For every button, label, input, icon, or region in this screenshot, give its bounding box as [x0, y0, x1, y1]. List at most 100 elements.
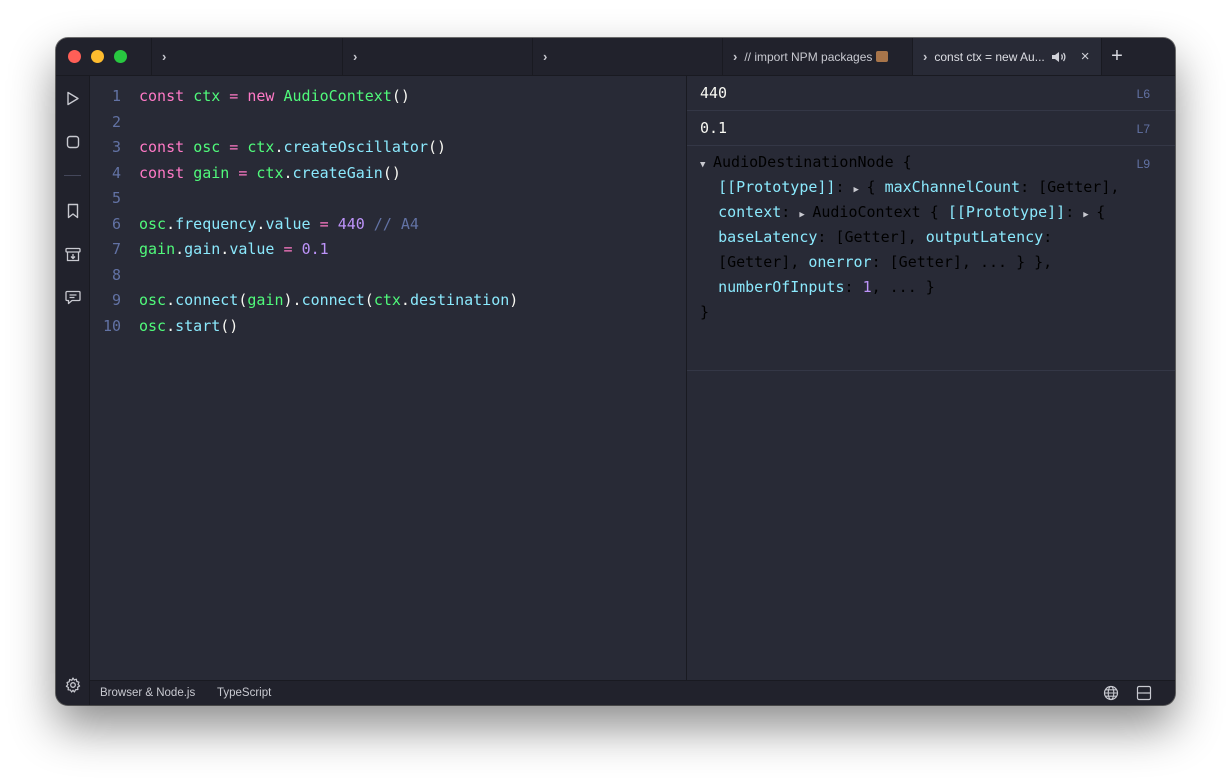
code-token: const [139, 163, 194, 182]
sidebar-divider [64, 175, 81, 176]
object-token [700, 278, 718, 296]
object-inspector[interactable]: ▼ AudioDestinationNode { [[Prototype]]: ▶… [700, 150, 1119, 325]
line-number: 2 [111, 112, 121, 131]
result-row: 0.1 L7 [687, 111, 1175, 146]
code-text: const osc = ctx.createOscillator() [139, 135, 446, 160]
line-number: 7 [111, 240, 121, 258]
maximize-window-button[interactable] [114, 50, 127, 63]
code-token: 440 [337, 214, 365, 233]
code-token: ). [283, 291, 302, 309]
code-token: () [220, 316, 239, 335]
expand-triangle-icon[interactable]: ▶ [1083, 203, 1096, 228]
bookmark-icon[interactable] [64, 202, 81, 219]
code-token: ctx [247, 138, 275, 156]
line-reference[interactable]: L7 [1137, 122, 1150, 136]
object-line: baseLatency: [Getter], outputLatency: [700, 225, 1119, 250]
code-token: frequency [175, 214, 257, 233]
line-number: 3 [111, 138, 121, 156]
close-tab-button[interactable]: × [1081, 48, 1090, 65]
code-token: gain [139, 240, 176, 258]
code-line[interactable]: 6 osc.frequency.value = 440 // A4 [90, 212, 686, 237]
object-line: } [700, 300, 1119, 325]
object-token: 1 [862, 278, 872, 296]
object-token: { [866, 178, 885, 196]
code-token: createOscillator [283, 138, 429, 156]
line-number: 1 [111, 87, 121, 105]
code-text: osc.start() [139, 314, 238, 339]
result-value: 0.1 [700, 119, 728, 137]
code-token: = [220, 138, 248, 156]
code-token: . [166, 316, 176, 335]
code-token: () [382, 163, 401, 182]
object-token: : [1065, 203, 1084, 221]
speaker-icon[interactable] [1051, 50, 1067, 64]
object-token [700, 178, 718, 196]
settings-icon[interactable] [64, 676, 81, 693]
code-token: createGain [292, 163, 383, 182]
code-line[interactable]: 2 [90, 110, 686, 135]
code-token: osc [139, 316, 167, 335]
minimize-window-button[interactable] [91, 50, 104, 63]
output-panel: 440 L6 0.1 L7 ▼ AudioDestinationNode { [[… [687, 76, 1175, 680]
code-token: // A4 [364, 214, 419, 233]
object-token: baseLatency [718, 228, 818, 246]
code-line[interactable]: 4 const gain = ctx.createGain() [90, 161, 686, 186]
object-token: : [844, 278, 863, 296]
code-token: osc [193, 138, 221, 156]
code-token: = [229, 163, 257, 182]
close-window-button[interactable] [68, 50, 81, 63]
object-token: AudioDestinationNode { [713, 153, 912, 171]
code-editor[interactable]: 1 const ctx = new AudioContext() 2 3 const o… [90, 76, 687, 680]
object-token [700, 203, 718, 221]
code-line[interactable]: 1 const ctx = new AudioContext() [90, 84, 686, 109]
environment-selector[interactable]: Browser & Node.js [100, 687, 195, 699]
line-reference[interactable]: L9 [1137, 157, 1150, 171]
split-layout-icon[interactable] [1135, 684, 1153, 702]
code-token: destination [409, 291, 510, 309]
object-line: ▼ AudioDestinationNode { [700, 150, 1119, 175]
app-window: › › › › // import NPM packages › const c… [56, 38, 1175, 705]
language-selector[interactable]: TypeScript [217, 687, 271, 699]
tab-2[interactable]: › [342, 38, 532, 75]
globe-icon[interactable] [1102, 684, 1120, 702]
code-token: . [175, 240, 185, 258]
tab-import-npm-packages[interactable]: › // import NPM packages [722, 38, 912, 75]
code-token: ctx [256, 163, 284, 182]
code-line[interactable]: 7 gain.gain.value = 0.1 [90, 237, 686, 262]
code-token: () [391, 87, 410, 105]
tab-1[interactable]: › [151, 38, 342, 75]
code-token: . [166, 291, 176, 309]
object-token: context [718, 203, 782, 221]
code-token: AudioContext [283, 87, 392, 105]
chat-icon[interactable] [64, 289, 81, 306]
tab-active-audio[interactable]: › const ctx = new Au... × [912, 38, 1101, 75]
result-value: 440 [700, 84, 728, 102]
object-result-row: ▼ AudioDestinationNode { [[Prototype]]: ▶… [687, 146, 1175, 371]
line-number: 10 [102, 316, 121, 335]
stop-icon[interactable] [64, 133, 81, 150]
chevron-right-icon: › [733, 49, 738, 64]
line-number: 8 [111, 265, 121, 284]
run-icon[interactable] [64, 90, 81, 107]
chevron-right-icon: › [543, 49, 548, 64]
code-line[interactable]: 10 osc.start() [90, 314, 686, 339]
line-reference[interactable]: L6 [1137, 87, 1150, 101]
new-tab-button[interactable]: + [1101, 38, 1132, 75]
code-token: osc [139, 291, 167, 309]
tab-3[interactable]: › [532, 38, 722, 75]
code-line[interactable]: 8 [90, 263, 686, 288]
activity-sidebar [56, 76, 90, 705]
code-token: () [428, 138, 447, 156]
code-token: value [265, 214, 311, 233]
code-line[interactable]: 5 [90, 186, 686, 211]
code-token: gain [193, 163, 230, 182]
code-token: . [220, 240, 230, 258]
object-token: AudioContext { [812, 203, 948, 221]
object-line: context: ▶ AudioContext { [[Prototype]]: … [700, 200, 1119, 225]
code-token: gain [184, 240, 221, 258]
object-line: [[Prototype]]: ▶{ maxChannelCount: [Gett… [700, 175, 1119, 200]
code-line[interactable]: 3 const osc = ctx.createOscillator() [90, 135, 686, 160]
code-token: ) [509, 291, 519, 309]
code-line[interactable]: 9 osc.connect(gain).connect(ctx.destinati… [90, 288, 686, 313]
archive-icon[interactable] [64, 246, 81, 263]
